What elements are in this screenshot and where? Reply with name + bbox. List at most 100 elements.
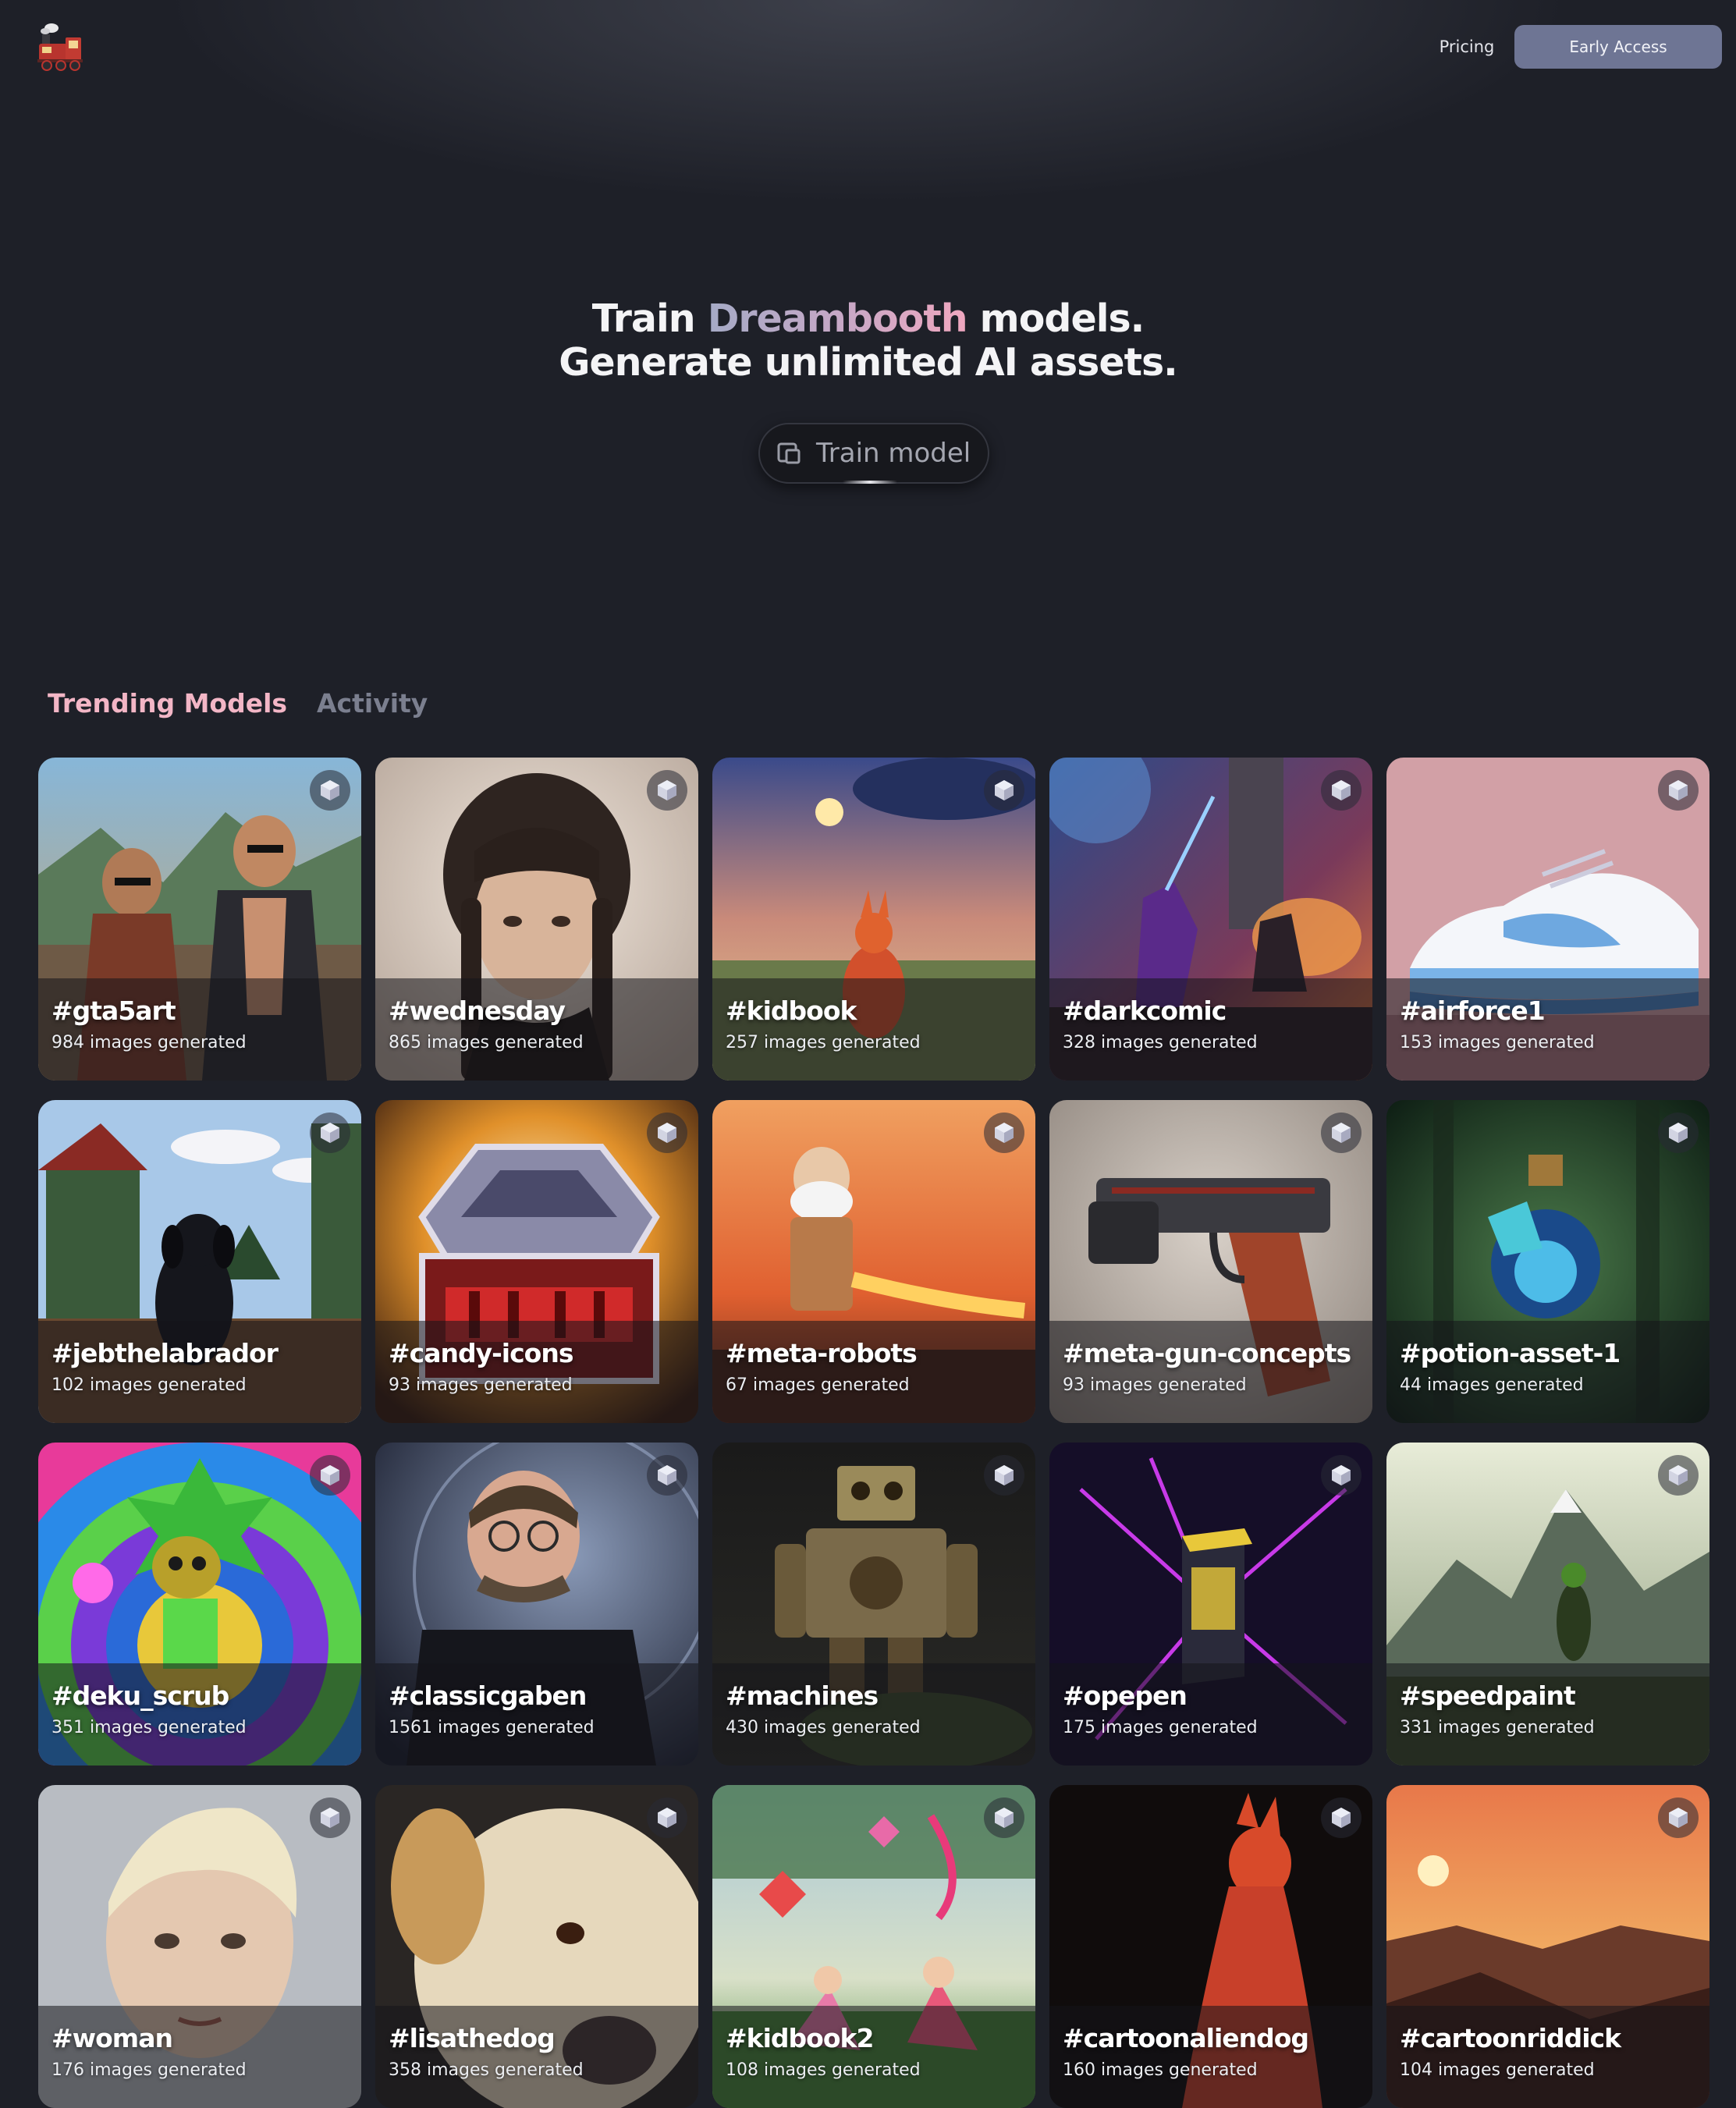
model-card[interactable]: #woman 176 images generated	[38, 1785, 361, 2108]
model-name: #darkcomic	[1063, 995, 1227, 1026]
model-name: #classicgaben	[389, 1680, 587, 1711]
tab-trending-models[interactable]: Trending Models	[48, 688, 287, 719]
caption-overlay	[1386, 978, 1709, 1081]
early-access-button[interactable]: Early Access	[1514, 25, 1722, 69]
tab-activity[interactable]: Activity	[317, 688, 428, 719]
model-image-count: 108 images generated	[726, 2060, 921, 2080]
model-image-count: 67 images generated	[726, 1375, 910, 1395]
cube-icon	[1658, 1113, 1699, 1153]
caption-overlay	[712, 1663, 1035, 1766]
model-card[interactable]: #cartoonriddick 104 images generated	[1386, 1785, 1709, 2108]
caption-overlay	[712, 978, 1035, 1081]
model-image-count: 331 images generated	[1400, 1718, 1595, 1737]
model-image-count: 44 images generated	[1400, 1375, 1584, 1395]
train-logo[interactable]	[34, 20, 87, 73]
model-name: #opepen	[1063, 1680, 1188, 1711]
hero-line1-accent: Dreambooth	[707, 296, 968, 341]
model-card[interactable]: #deku_scrub 351 images generated	[38, 1443, 361, 1766]
caption-overlay	[375, 978, 698, 1081]
model-name: #cartoonaliendog	[1063, 2023, 1309, 2053]
model-name: #speedpaint	[1400, 1680, 1576, 1711]
model-card[interactable]: #airforce1 153 images generated	[1386, 758, 1709, 1081]
model-card[interactable]: #kidbook 257 images generated	[712, 758, 1035, 1081]
nav-pricing-link[interactable]: Pricing	[1420, 31, 1514, 62]
model-card[interactable]: #opepen 175 images generated	[1049, 1443, 1372, 1766]
caption-overlay	[375, 1321, 698, 1423]
caption-overlay	[38, 2006, 361, 2108]
cube-icon	[1658, 1797, 1699, 1838]
train-model-button[interactable]: Train model	[758, 423, 989, 484]
model-image-count: 865 images generated	[389, 1033, 584, 1052]
caption-overlay	[712, 2006, 1035, 2108]
model-image-count: 153 images generated	[1400, 1033, 1595, 1052]
caption-overlay	[1049, 978, 1372, 1081]
model-image-count: 1561 images generated	[389, 1718, 595, 1737]
caption-overlay	[1049, 1321, 1372, 1423]
cube-icon	[647, 1455, 687, 1496]
caption-overlay	[38, 978, 361, 1081]
caption-overlay	[1386, 1663, 1709, 1766]
cube-icon	[310, 1455, 350, 1496]
caption-overlay	[1049, 2006, 1372, 2108]
model-image-count: 104 images generated	[1400, 2060, 1595, 2080]
model-card[interactable]: #meta-gun-concepts 93 images generated	[1049, 1100, 1372, 1423]
cube-icon	[310, 770, 350, 811]
cube-icon	[647, 770, 687, 811]
model-card[interactable]: #cartoonaliendog 160 images generated	[1049, 1785, 1372, 2108]
model-name: #meta-gun-concepts	[1063, 1338, 1351, 1368]
cube-icon	[310, 1113, 350, 1153]
model-card[interactable]: #classicgaben 1561 images generated	[375, 1443, 698, 1766]
hero-subheadline: Generate unlimited AI assets.	[559, 340, 1178, 385]
model-card[interactable]: #kidbook2 108 images generated	[712, 1785, 1035, 2108]
model-image-count: 160 images generated	[1063, 2060, 1258, 2080]
model-image-count: 257 images generated	[726, 1033, 921, 1052]
cube-icon	[1321, 1113, 1361, 1153]
cube-icon	[647, 1113, 687, 1153]
model-image-count: 176 images generated	[51, 2060, 247, 2080]
model-name: #woman	[51, 2023, 173, 2053]
cube-icon	[1321, 1455, 1361, 1496]
model-card[interactable]: #speedpaint 331 images generated	[1386, 1443, 1709, 1766]
model-name: #jebthelabrador	[51, 1338, 279, 1368]
cube-icon	[647, 1797, 687, 1838]
model-card[interactable]: #lisathedog 358 images generated	[375, 1785, 698, 2108]
cube-icon	[984, 1797, 1024, 1838]
model-image-count: 102 images generated	[51, 1375, 247, 1395]
model-name: #kidbook	[726, 995, 857, 1026]
model-card[interactable]: #wednesday 865 images generated	[375, 758, 698, 1081]
model-image-count: 984 images generated	[51, 1033, 247, 1052]
model-image-count: 93 images generated	[1063, 1375, 1247, 1395]
cube-icon	[984, 1113, 1024, 1153]
hero-headline: Train Dreambooth models.	[0, 296, 1736, 341]
cube-icon	[1658, 770, 1699, 811]
caption-overlay	[38, 1321, 361, 1423]
model-card[interactable]: #jebthelabrador 102 images generated	[38, 1100, 361, 1423]
model-name: #candy-icons	[389, 1338, 573, 1368]
model-card[interactable]: #candy-icons 93 images generated	[375, 1100, 698, 1423]
caption-overlay	[712, 1321, 1035, 1423]
caption-overlay	[1049, 1663, 1372, 1766]
model-name: #deku_scrub	[51, 1680, 229, 1711]
model-card[interactable]: #machines 430 images generated	[712, 1443, 1035, 1766]
model-name: #lisathedog	[389, 2023, 556, 2053]
button-shine	[843, 481, 897, 484]
model-name: #machines	[726, 1680, 879, 1711]
model-image-count: 175 images generated	[1063, 1718, 1258, 1737]
model-image-count: 93 images generated	[389, 1375, 573, 1395]
model-name: #cartoonriddick	[1400, 2023, 1621, 2053]
model-image-count: 430 images generated	[726, 1718, 921, 1737]
model-name: #airforce1	[1400, 995, 1546, 1026]
hero-line1-post: models.	[967, 296, 1145, 341]
caption-overlay	[38, 1663, 361, 1766]
caption-overlay	[375, 2006, 698, 2108]
caption-overlay	[375, 1663, 698, 1766]
model-card[interactable]: #meta-robots 67 images generated	[712, 1100, 1035, 1423]
hero-line1-pre: Train	[591, 296, 708, 341]
model-card[interactable]: #darkcomic 328 images generated	[1049, 758, 1372, 1081]
model-name: #wednesday	[389, 995, 566, 1026]
model-name: #kidbook2	[726, 2023, 874, 2053]
cube-icon	[984, 1455, 1024, 1496]
train-icon	[777, 442, 801, 464]
model-card[interactable]: #potion-asset-1 44 images generated	[1386, 1100, 1709, 1423]
model-card[interactable]: #gta5art 984 images generated	[38, 758, 361, 1081]
